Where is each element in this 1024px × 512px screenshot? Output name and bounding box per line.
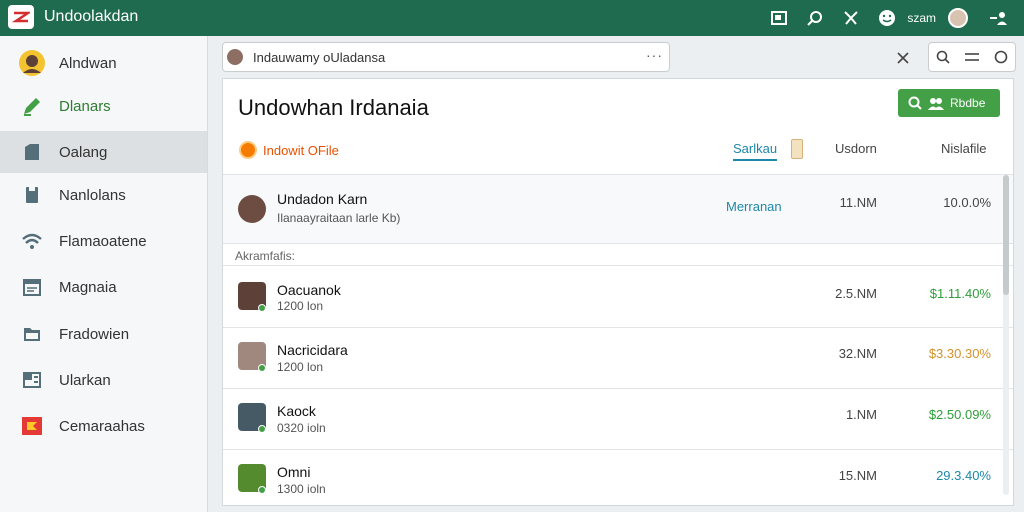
row-name: Nacricidara [277, 342, 348, 358]
sidebar-item-ularkan[interactable]: Ularkan [0, 359, 207, 401]
search-avatar [227, 49, 243, 65]
sidebar-item-nanlolans[interactable]: Nanlolans [0, 174, 207, 216]
user-avatar[interactable] [948, 8, 968, 28]
filter-chip[interactable]: Indowit OFile [239, 141, 339, 159]
primary-button-label: Rbdbe [950, 96, 986, 110]
main-panel: Undowhan Irdanaia Rbdbe Indowit OFile Sa… [222, 78, 1014, 506]
row-name: Oacuanok [277, 282, 341, 298]
more-options-icon[interactable]: ··· [646, 47, 663, 63]
row-progress: 29.3.40% [936, 468, 991, 483]
sidebar-item-magnaia[interactable]: Magnaia [0, 266, 207, 308]
column-header-size[interactable]: Usdorn [835, 141, 877, 156]
table-row[interactable]: Oacuanok 1200 lon 2.5.NM $1.11.40% [223, 266, 1013, 327]
featured-name: Undadon Karn [277, 191, 368, 207]
sort-icon[interactable] [791, 139, 803, 159]
row-divider [223, 243, 1013, 244]
calendar-icon [18, 273, 46, 301]
featured-subtitle: Ilanaayraitaan larle Kb) [277, 211, 401, 225]
circle-icon[interactable] [988, 44, 1014, 70]
table-row[interactable]: Nacricidara 1200 lon 32.NM $3.30.30% [223, 328, 1013, 388]
wifi-icon [18, 227, 46, 255]
emoji-icon[interactable] [869, 4, 905, 32]
sidebar-item-label: Nanlolans [59, 186, 126, 204]
table-row[interactable]: Kaock 0320 ioln 1.NM $2.50.09% [223, 389, 1013, 449]
column-header-status[interactable]: Sarlkau [733, 141, 778, 161]
sidebar-item-cemaraahas[interactable]: Cemaraahas [0, 405, 207, 447]
app-title: Undoolakdan [44, 8, 139, 25]
row-size: 2.5.NM [835, 286, 877, 301]
toolbar-group [928, 42, 1016, 72]
window-icon[interactable] [761, 4, 797, 32]
featured-status: Merranan [726, 199, 782, 214]
filter-label: Indowit OFile [263, 142, 339, 158]
sidebar-item-label: Cemaraahas [59, 417, 145, 435]
folder-open-icon [18, 320, 46, 348]
status-badge [258, 364, 266, 372]
search-icon[interactable] [797, 4, 833, 32]
username-label[interactable]: szam [907, 11, 936, 25]
page-title: Undowhan Irdanaia [238, 95, 429, 120]
column-header-progress[interactable]: Nislafile [941, 141, 987, 156]
sidebar-item-label: Ularkan [59, 371, 111, 389]
sidebar-item-oalang[interactable]: Oalang [0, 131, 207, 173]
sidebar-item-label: Alndwan [59, 54, 117, 72]
row-progress: $2.50.09% [928, 407, 991, 422]
document-icon [18, 181, 46, 209]
sidebar-item-dlanars[interactable]: Dlanars [0, 85, 207, 127]
user-avatar-icon [18, 49, 46, 77]
row-subtitle: 1200 lon [277, 360, 324, 374]
app-logo-icon[interactable] [8, 5, 34, 29]
sidebar-item-label: Fradowien [59, 325, 130, 343]
scrollbar[interactable] [1003, 175, 1009, 495]
edit-icon [18, 92, 46, 120]
featured-size: 11.NM [839, 195, 877, 210]
primary-button[interactable]: Rbdbe [898, 89, 1000, 117]
table-row[interactable]: Omni 1300 ioln 15.NM 29.3.40% [223, 450, 1013, 506]
search-value: Indauwamy oUladansa [253, 49, 386, 65]
sidebar-item-alndwan[interactable]: Alndwan [0, 42, 207, 84]
row-subtitle: 1300 ioln [277, 482, 326, 496]
close-icon [897, 52, 909, 64]
menu-icon[interactable] [959, 44, 985, 70]
featured-row[interactable]: Undadon Karn Ilanaayraitaan larle Kb) Me… [223, 175, 1013, 243]
row-name: Omni [277, 464, 311, 480]
account-icon[interactable] [980, 4, 1016, 32]
row-progress: $1.11.40% [929, 286, 991, 301]
featured-avatar [238, 195, 266, 223]
row-subtitle: 1200 lon [277, 299, 324, 313]
row-size: 15.NM [838, 468, 877, 483]
search-input[interactable]: Indauwamy oUladansa ··· [222, 42, 670, 72]
header-actions: szam [761, 4, 1016, 32]
row-progress: $3.30.30% [928, 346, 991, 361]
status-badge [258, 486, 266, 494]
sidebar: Alndwan Dlanars Oalang Nanlolans Flamaoa… [0, 36, 208, 512]
row-name: Kaock [277, 403, 316, 419]
row-size: 1.NM [845, 407, 877, 422]
close-button[interactable] [890, 46, 916, 70]
folder-icon [18, 138, 46, 166]
users-icon [928, 98, 944, 110]
search-icon[interactable] [930, 44, 956, 70]
sidebar-item-label: Oalang [59, 143, 108, 161]
app-header: Undoolakdan szam [0, 0, 1024, 36]
sidebar-item-label: Dlanars [59, 97, 111, 115]
filter-dot-icon [239, 141, 257, 159]
sidebar-item-label: Magnaia [59, 278, 117, 296]
search-icon [908, 96, 922, 110]
sidebar-item-flamaoatene[interactable]: Flamaoatene [0, 220, 207, 262]
row-subtitle: 0320 ioln [277, 421, 326, 435]
sidebar-item-label: Flamaoatene [59, 232, 147, 250]
row-size: 32.NM [838, 346, 877, 361]
status-badge [258, 425, 266, 433]
section-label: Akramfafis: [235, 249, 296, 263]
scrollbar-thumb[interactable] [1003, 175, 1009, 295]
flag-icon [18, 412, 46, 440]
status-badge [258, 304, 266, 312]
featured-progress: 10.0.0% [943, 195, 991, 210]
share-icon[interactable] [833, 4, 869, 32]
sidebar-item-fradowien[interactable]: Fradowien [0, 313, 207, 355]
archive-icon [18, 366, 46, 394]
